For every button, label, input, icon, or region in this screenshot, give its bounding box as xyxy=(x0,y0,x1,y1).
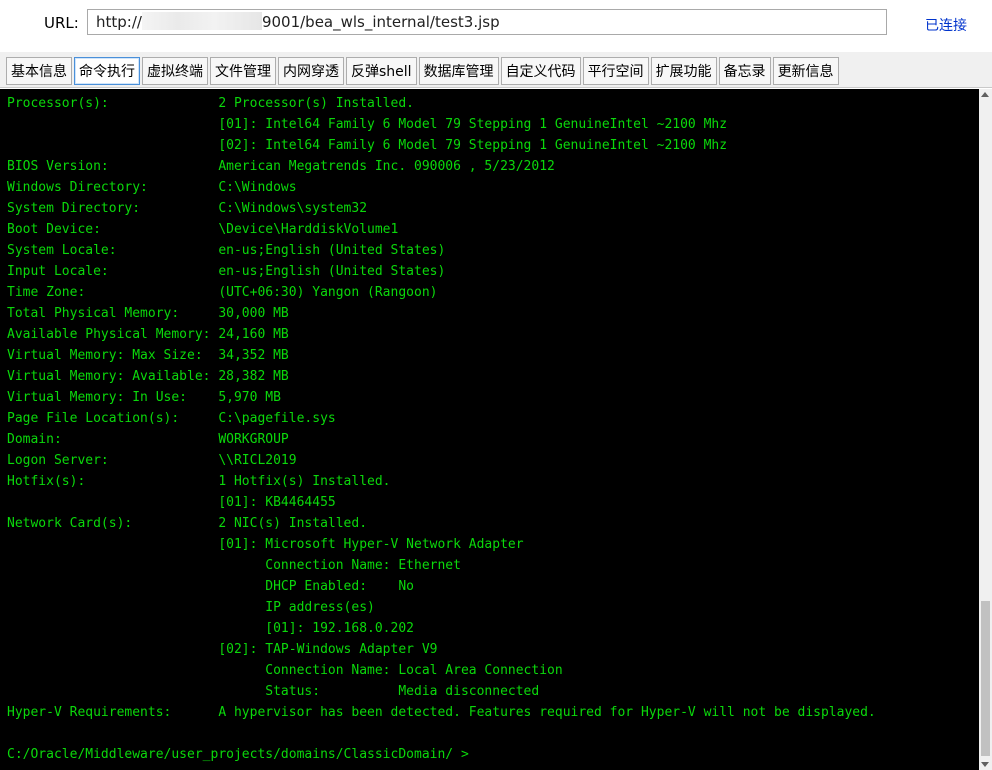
console-line: Logon Server: \\RICL2019 xyxy=(7,453,297,468)
console-line: Available Physical Memory: 24,160 MB xyxy=(7,327,289,342)
tab-parallel-space[interactable]: 平行空间 xyxy=(582,57,649,85)
url-prefix: http:// xyxy=(96,13,142,31)
console-line: Boot Device: \Device\HarddiskVolume1 xyxy=(7,222,399,237)
scrollbar-thumb[interactable] xyxy=(981,601,990,756)
console-line: Virtual Memory: Max Size: 34,352 MB xyxy=(7,348,289,363)
tab-extensions[interactable]: 扩展功能 xyxy=(650,57,717,85)
scroll-down-arrow-icon[interactable] xyxy=(981,762,989,767)
scroll-up-arrow-icon[interactable] xyxy=(981,92,989,97)
tab-reverse-shell[interactable]: 反弹shell xyxy=(346,57,417,85)
console-line: [01]: Intel64 Family 6 Model 79 Stepping… xyxy=(7,117,728,132)
console-line: C:/Oracle/Middleware/user_projects/domai… xyxy=(7,747,469,762)
console-line: [01]: KB4464455 xyxy=(7,495,336,510)
console-line: System Locale: en-us;English (United Sta… xyxy=(7,243,446,258)
console-line: DHCP Enabled: No xyxy=(7,579,414,594)
console-line: Time Zone: (UTC+06:30) Yangon (Rangoon) xyxy=(7,285,438,300)
url-bar: URL: http:// 9001/bea_wls_internal/test3.… xyxy=(0,0,992,50)
console-line: Connection Name: Ethernet xyxy=(7,558,461,573)
console-line: Page File Location(s): C:\pagefile.sys xyxy=(7,411,336,426)
redacted-host xyxy=(141,12,262,30)
tab-file-manager[interactable]: 文件管理 xyxy=(210,57,276,85)
console-line: Total Physical Memory: 30,000 MB xyxy=(7,306,289,321)
console-line: Hotfix(s): 1 Hotfix(s) Installed. xyxy=(7,474,391,489)
tab-command-exec[interactable]: 命令执行 xyxy=(74,57,140,85)
tab-intranet-tunnel[interactable]: 内网穿透 xyxy=(278,57,344,85)
tab-virtual-terminal[interactable]: 虚拟终端 xyxy=(142,57,208,85)
tab-update-info[interactable]: 更新信息 xyxy=(772,57,839,85)
console-line: Status: Media disconnected xyxy=(7,684,540,699)
tab-list: 基本信息 命令执行 虚拟终端 文件管理 内网穿透 反弹shell 数据库管理 自定义代码 平行空… xyxy=(6,57,839,85)
console-line: [02]: Intel64 Family 6 Model 79 Stepping… xyxy=(7,138,728,153)
console-line: Virtual Memory: Available: 28,382 MB xyxy=(7,369,289,384)
connection-status[interactable]: 已连接 xyxy=(925,15,967,35)
command-output-console[interactable]: Processor(s): 2 Processor(s) Installed. … xyxy=(0,89,979,770)
console-line: [01]: 192.168.0.202 xyxy=(7,621,414,636)
tab-bar: 基本信息 命令执行 虚拟终端 文件管理 内网穿透 反弹shell 数据库管理 自定义代码 平行空… xyxy=(0,52,992,88)
console-line: Hyper-V Requirements: A hypervisor has b… xyxy=(7,705,876,720)
console-line: Input Locale: en-us;English (United Stat… xyxy=(7,264,446,279)
console-line: Windows Directory: C:\Windows xyxy=(7,180,297,195)
tab-database-manager[interactable]: 数据库管理 xyxy=(418,57,499,85)
url-label: URL: xyxy=(44,14,79,32)
console-line: [02]: TAP-Windows Adapter V9 xyxy=(7,642,438,657)
url-input[interactable]: http:// 9001/bea_wls_internal/test3.jsp xyxy=(87,9,887,35)
console-line: IP address(es) xyxy=(7,600,375,615)
console-line: Connection Name: Local Area Connection xyxy=(7,663,563,678)
console-line: Virtual Memory: In Use: 5,970 MB xyxy=(7,390,281,405)
console-line: Network Card(s): 2 NIC(s) Installed. xyxy=(7,516,368,531)
console-line: [01]: Microsoft Hyper-V Network Adapter xyxy=(7,537,524,552)
console-line: Processor(s): 2 Processor(s) Installed. xyxy=(7,96,414,111)
tab-custom-code[interactable]: 自定义代码 xyxy=(500,57,581,85)
console-line: BIOS Version: American Megatrends Inc. 0… xyxy=(7,159,555,174)
tab-basic-info[interactable]: 基本信息 xyxy=(6,57,72,85)
console-line: System Directory: C:\Windows\system32 xyxy=(7,201,368,216)
tab-memo[interactable]: 备忘录 xyxy=(718,57,771,85)
console-line: Domain: WORKGROUP xyxy=(7,432,289,447)
url-suffix: 9001/bea_wls_internal/test3.jsp xyxy=(261,13,500,31)
vertical-scrollbar[interactable] xyxy=(979,89,992,770)
app-window: URL: http:// 9001/bea_wls_internal/test3.… xyxy=(0,0,992,770)
